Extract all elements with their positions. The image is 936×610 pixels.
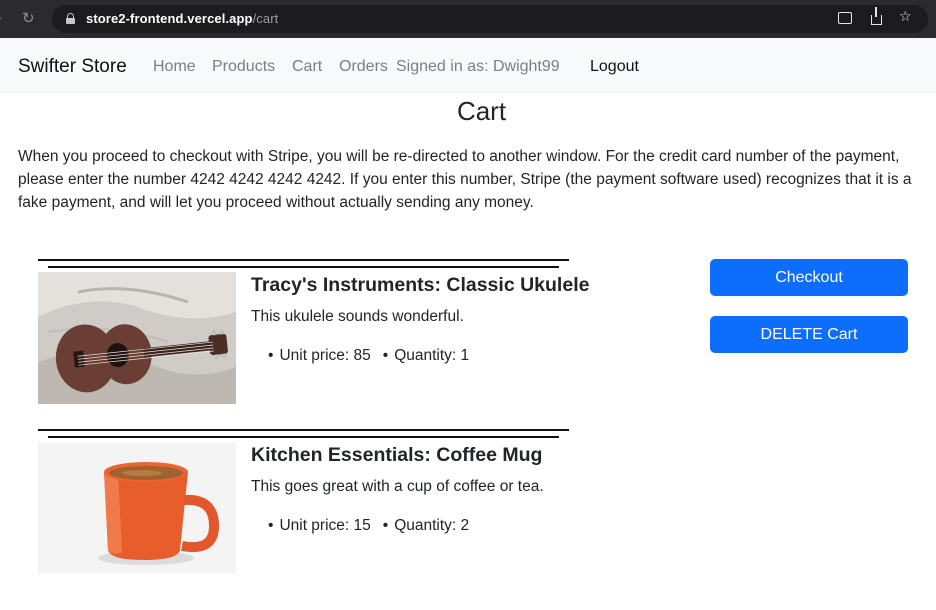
product-image-ukulele [38,272,236,404]
url-host: store2-frontend.vercel.app [86,11,253,26]
cart-item-quantity: Quantity: 1 [394,347,470,364]
nav-link-home[interactable]: Home [153,58,196,76]
item-divider [38,259,569,261]
bullet-icon: • [382,347,389,364]
brand-link[interactable]: Swifter Store [18,56,127,78]
bullet-icon: • [268,517,274,534]
app-navbar: Swifter Store Home Products Cart Orders … [0,38,936,93]
nav-link-orders[interactable]: Orders [339,58,388,76]
cart-item-unit-price: Unit price: 15 [279,517,371,534]
item-divider [48,436,559,438]
cart-item-details: • Unit price: 85 • Quantity: 1 [268,347,469,365]
item-divider [48,266,559,268]
item-divider [38,429,569,431]
address-bar[interactable]: store2-frontend.vercel.app/cart [52,5,928,33]
signed-in-text: Signed in as: Dwight99 [396,58,560,75]
cart-item-unit-price: Unit price: 85 [279,347,371,364]
cart-item-description: This goes great with a cup of coffee or … [251,478,544,495]
cart-item-quantity: Quantity: 2 [394,517,470,534]
star-icon[interactable]: ☆ [899,9,912,25]
cart-item-name: Tracy's Instruments: Classic Ukulele [251,274,590,296]
forward-arrow-icon[interactable]: › [0,9,2,27]
url-path: /cart [252,11,279,26]
lock-icon [66,13,75,24]
url-text: store2-frontend.vercel.app/cart [86,11,278,26]
cart-item-name: Kitchen Essentials: Coffee Mug [251,444,543,466]
browser-toolbar: › ↻ store2-frontend.vercel.app/cart ☆ [0,0,936,38]
logout-button[interactable]: Logout [590,58,639,76]
nav-link-products[interactable]: Products [212,58,275,76]
cart-item-description: This ukulele sounds wonderful. [251,308,464,325]
checkout-instructions: When you proceed to checkout with Stripe… [18,148,912,211]
bullet-icon: • [268,347,274,364]
reload-icon[interactable]: ↻ [22,9,35,27]
delete-cart-button[interactable]: DELETE Cart [710,316,908,353]
page-title: Cart [456,96,507,126]
nav-link-cart[interactable]: Cart [292,58,322,76]
cast-icon[interactable] [838,12,852,24]
bullet-icon: • [382,517,389,534]
checkout-button[interactable]: Checkout [710,259,908,296]
cart-item-details: • Unit price: 15 • Quantity: 2 [268,517,469,535]
share-icon[interactable] [871,7,882,25]
product-image-coffee-mug [38,442,236,574]
